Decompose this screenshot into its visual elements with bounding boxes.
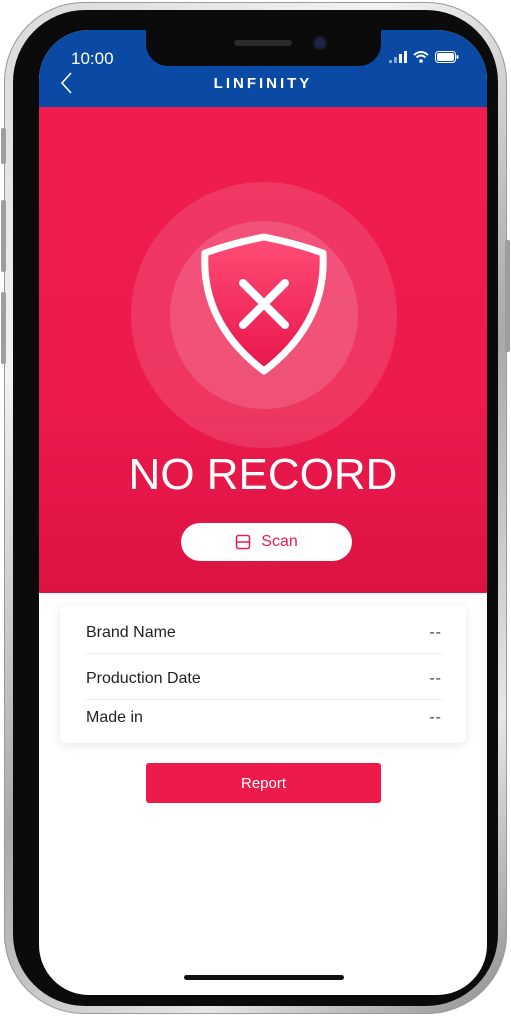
info-row-made-in: Made in -- <box>86 696 442 740</box>
battery-icon <box>435 51 459 63</box>
front-camera <box>314 37 326 49</box>
product-info-card: Brand Name -- Production Date -- Made in… <box>60 606 466 743</box>
top-bar: 10:00 LINFINITY <box>39 30 487 107</box>
scan-button[interactable]: Scan <box>181 523 352 561</box>
shield-x-icon <box>201 233 327 375</box>
info-row-production-date: Production Date -- <box>86 657 442 701</box>
report-button[interactable]: Report <box>146 763 381 803</box>
row-divider <box>86 653 442 654</box>
info-label: Made in <box>86 709 143 726</box>
app-screen: 10:00 LINFINITY NO RECORD Scan Brand Nam… <box>39 30 487 995</box>
speaker <box>234 40 292 46</box>
cellular-signal-icon <box>389 51 407 63</box>
scan-icon <box>236 534 251 550</box>
info-value: -- <box>429 624 442 641</box>
info-row-brand-name: Brand Name -- <box>86 611 442 655</box>
mute-switch <box>1 128 6 164</box>
info-value: -- <box>429 709 442 726</box>
status-icons <box>389 51 459 63</box>
power-button <box>505 240 510 352</box>
volume-up-button <box>1 200 6 272</box>
scan-button-label: Scan <box>261 533 298 550</box>
info-label: Brand Name <box>86 624 176 641</box>
app-title: LINFINITY <box>213 75 313 92</box>
notch <box>146 30 381 66</box>
result-banner: NO RECORD Scan <box>39 107 487 593</box>
wifi-icon <box>413 51 429 63</box>
volume-down-button <box>1 292 6 364</box>
home-indicator[interactable] <box>184 975 344 980</box>
info-label: Production Date <box>86 670 201 687</box>
info-value: -- <box>429 670 442 687</box>
verification-status-text: NO RECORD <box>128 450 398 499</box>
status-time: 10:00 <box>71 49 114 68</box>
